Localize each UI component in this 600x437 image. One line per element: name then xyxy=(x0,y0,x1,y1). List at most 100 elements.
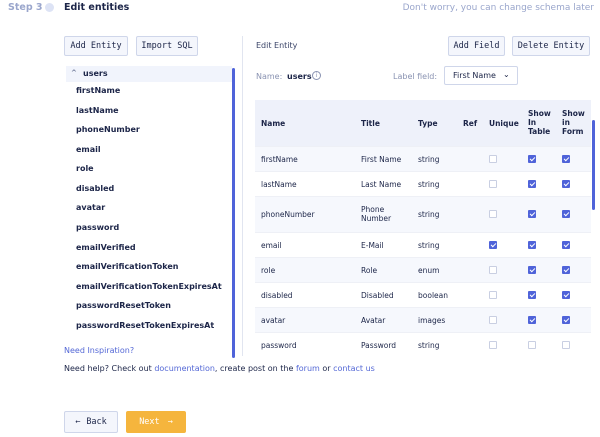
show-in-table-checkbox[interactable] xyxy=(528,210,536,218)
field-title: E-Mail xyxy=(361,241,384,250)
field-type: enum xyxy=(418,266,440,275)
col-ref: Ref xyxy=(463,119,478,128)
show-in-table-checkbox[interactable] xyxy=(528,341,536,349)
table-row[interactable]: disabled Disabled boolean xyxy=(255,282,591,307)
table-row[interactable]: password Password string xyxy=(255,332,591,356)
table-row[interactable]: firstName First Name string xyxy=(255,146,591,171)
show-in-table-checkbox[interactable] xyxy=(528,241,536,249)
entity-field-item[interactable]: email xyxy=(76,145,101,154)
wizard-header: Step 3 Edit entities Don't worry, you ca… xyxy=(0,0,600,20)
table-row[interactable]: avatar Avatar images xyxy=(255,307,591,332)
arrow-right-icon: → xyxy=(167,417,173,427)
help-middle: , create post on the xyxy=(214,364,296,373)
show-in-form-checkbox[interactable] xyxy=(562,316,570,324)
show-in-form-checkbox[interactable] xyxy=(562,266,570,274)
chevron-down-icon: ⌄ xyxy=(503,70,510,79)
step-label: Step 3 xyxy=(8,2,43,13)
show-in-table-checkbox[interactable] xyxy=(528,155,536,163)
field-title-line: Number xyxy=(361,214,392,223)
label-field-value: First Name xyxy=(453,71,496,80)
label-field-select[interactable]: First Name ⌄ xyxy=(444,66,518,85)
entity-field-item[interactable]: disabled xyxy=(76,184,114,193)
label-field-label: Label field: xyxy=(393,72,438,81)
table-row[interactable]: email E-Mail string xyxy=(255,232,591,257)
entity-field-item[interactable]: emailVerificationTokenExpiresAt xyxy=(76,282,222,291)
delete-entity-button[interactable]: Delete Entity xyxy=(512,36,590,56)
show-in-form-checkbox[interactable] xyxy=(562,180,570,188)
entity-list-scrollbar[interactable] xyxy=(232,68,235,358)
field-type: string xyxy=(418,241,440,250)
show-in-table-checkbox[interactable] xyxy=(528,180,536,188)
entity-item-users[interactable]: ^ users xyxy=(66,66,232,82)
field-name: disabled xyxy=(261,291,293,300)
entity-field-item[interactable]: passwordResetToken xyxy=(76,301,171,310)
field-type: string xyxy=(418,341,440,350)
unique-checkbox[interactable] xyxy=(489,241,497,249)
col-show-form-l1: Show xyxy=(562,109,585,118)
col-show-form: Show in Form xyxy=(562,109,585,136)
entity-field-item[interactable]: emailVerified xyxy=(76,243,136,252)
field-type: images xyxy=(418,316,446,325)
field-title-line: Avatar xyxy=(361,316,386,325)
unique-checkbox[interactable] xyxy=(489,341,497,349)
field-type: boolean xyxy=(418,291,448,300)
field-title-line: First Name xyxy=(361,155,402,164)
entity-field-item[interactable]: password xyxy=(76,223,119,232)
show-in-table-checkbox[interactable] xyxy=(528,266,536,274)
show-in-table-checkbox[interactable] xyxy=(528,291,536,299)
chevron-up-icon: ^ xyxy=(71,69,77,77)
documentation-link[interactable]: documentation xyxy=(154,364,215,373)
help-or: or xyxy=(319,364,334,373)
show-in-form-checkbox[interactable] xyxy=(562,241,570,249)
entity-field-item[interactable]: emailVerificationToken xyxy=(76,262,178,271)
field-title-line: Role xyxy=(361,266,378,275)
col-type: Type xyxy=(418,119,438,128)
entity-field-item[interactable]: avatar xyxy=(76,203,105,212)
next-button[interactable]: Next → xyxy=(126,411,186,433)
entity-field-item[interactable]: phoneNumber xyxy=(76,125,140,134)
unique-checkbox[interactable] xyxy=(489,266,497,274)
show-in-form-checkbox[interactable] xyxy=(562,210,570,218)
col-show-table-l1: Show xyxy=(528,109,551,118)
entity-field-item[interactable]: passwordResetTokenExpiresAt xyxy=(76,321,214,330)
entity-field-item[interactable]: role xyxy=(76,164,94,173)
entity-label: users xyxy=(83,69,108,78)
col-show-form-l3: Form xyxy=(562,127,584,136)
info-icon[interactable]: i xyxy=(312,71,321,80)
add-field-button[interactable]: Add Field xyxy=(448,36,505,56)
table-header: Name Title Type Ref Unique Show In Table… xyxy=(255,100,591,146)
entity-field-item[interactable]: firstName xyxy=(76,86,120,95)
show-in-form-checkbox[interactable] xyxy=(562,291,570,299)
show-in-table-checkbox[interactable] xyxy=(528,316,536,324)
unique-checkbox[interactable] xyxy=(489,155,497,163)
next-label: Next xyxy=(139,417,160,427)
show-in-form-checkbox[interactable] xyxy=(562,341,570,349)
table-row[interactable]: lastName Last Name string xyxy=(255,171,591,196)
back-button[interactable]: ← Back xyxy=(64,411,118,433)
field-name: phoneNumber xyxy=(261,210,315,219)
unique-checkbox[interactable] xyxy=(489,316,497,324)
inspiration-link[interactable]: Need Inspiration? xyxy=(64,346,134,355)
unique-checkbox[interactable] xyxy=(489,210,497,218)
field-title-line: E-Mail xyxy=(361,241,384,250)
table-scrollbar[interactable] xyxy=(592,120,595,210)
table-row[interactable]: phoneNumber Phone Number string xyxy=(255,196,591,232)
unique-checkbox[interactable] xyxy=(489,291,497,299)
entity-field-item[interactable]: lastName xyxy=(76,106,119,115)
fields-table: Name Title Type Ref Unique Show In Table… xyxy=(255,100,591,356)
contact-link[interactable]: contact us xyxy=(333,364,375,373)
unique-checkbox[interactable] xyxy=(489,180,497,188)
field-name: password xyxy=(261,341,297,350)
col-title: Title xyxy=(361,119,380,128)
field-title-line: Disabled xyxy=(361,291,394,300)
col-show-form-l2: in xyxy=(562,118,570,127)
forum-link[interactable]: forum xyxy=(296,364,320,373)
field-title: Disabled xyxy=(361,291,394,300)
panel-divider xyxy=(242,36,243,356)
field-title-line: Last Name xyxy=(361,180,402,189)
field-type: string xyxy=(418,180,440,189)
show-in-form-checkbox[interactable] xyxy=(562,155,570,163)
table-row[interactable]: role Role enum xyxy=(255,257,591,282)
entity-name-value[interactable]: users xyxy=(287,72,312,81)
page-title: Edit entities xyxy=(64,2,130,13)
